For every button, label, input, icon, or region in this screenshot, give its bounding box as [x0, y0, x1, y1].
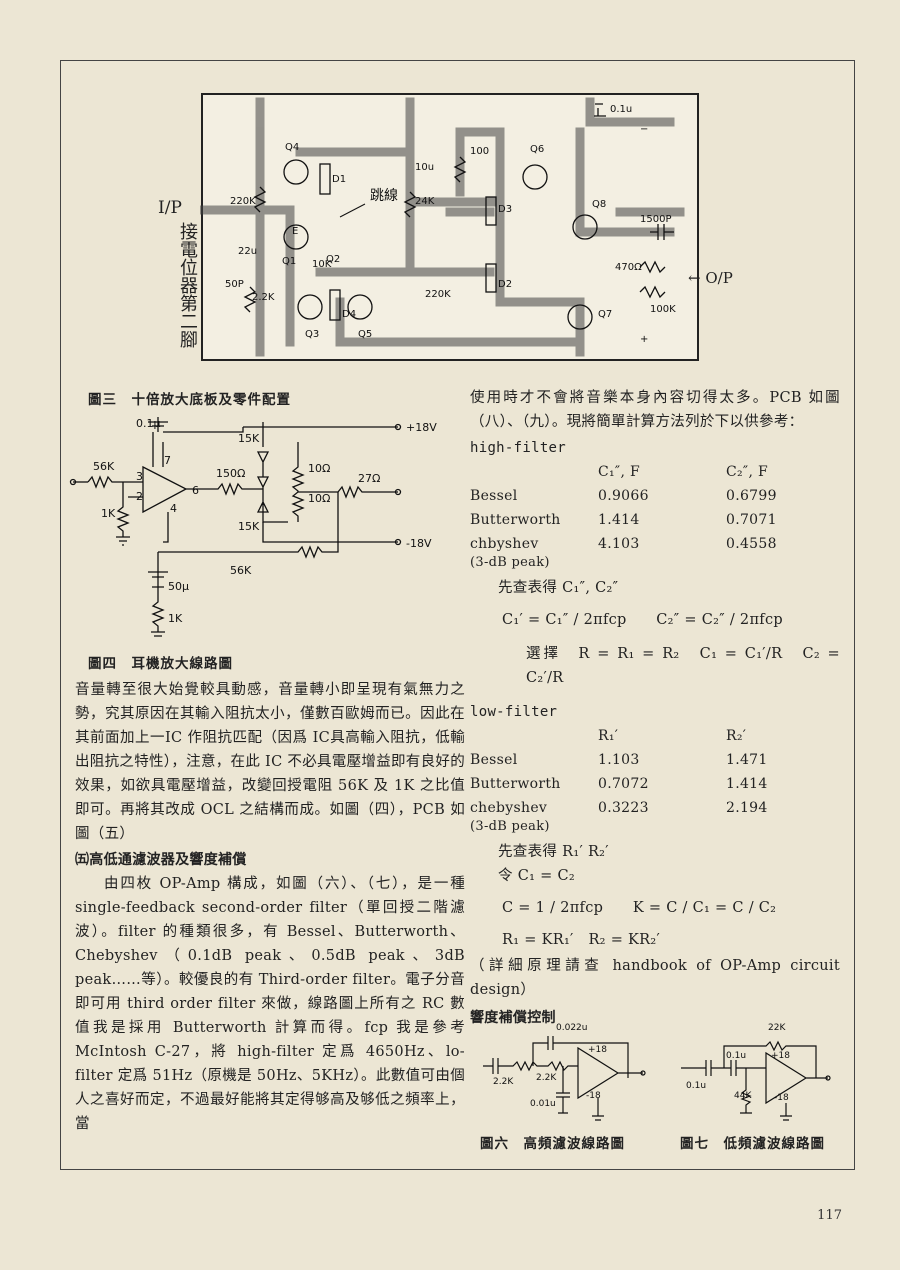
svg-text:1K: 1K: [101, 507, 116, 520]
vertical-label: 接電位器第二腳: [177, 222, 198, 348]
svg-text:-18V: -18V: [406, 537, 432, 550]
svg-text:0.1u: 0.1u: [726, 1051, 746, 1061]
high-filter-table: C₁″, F C₂″, F Bessel 0.9066 0.6799 Butte…: [470, 460, 840, 570]
svg-text:1500P: 1500P: [640, 214, 671, 225]
svg-text:0.1μ: 0.1μ: [136, 417, 161, 430]
svg-text:2.2K: 2.2K: [493, 1077, 514, 1087]
figure3-caption: 圖三 十倍放大底板及零件配置: [88, 392, 291, 408]
table-row: chbyshev 4.103 0.4558: [470, 536, 777, 552]
svg-text:100K: 100K: [650, 304, 676, 315]
figure4-schematic: 0.1μ +18V -18V 56K 1K 56K 15K 15K 150Ω 1…: [69, 417, 437, 637]
svg-text:3: 3: [136, 470, 143, 483]
svg-text:7: 7: [164, 454, 171, 467]
svg-text:1K: 1K: [168, 612, 183, 625]
pcb-layout-figure3: Q4E Q1 Q2 Q3 Q5 Q6Q8 Q7 D1D4 D3D2 220K2.2K…: [200, 93, 699, 361]
table-note: (3-dB peak): [470, 819, 550, 834]
svg-text:22u: 22u: [238, 246, 257, 257]
svg-text:D3: D3: [498, 204, 512, 215]
page-number: 117: [817, 1208, 842, 1223]
right-intro: 使用時才不會將音樂本身內容切得太多。PCB 如圖（八）、（九）。現將簡單計算方法…: [470, 390, 840, 430]
svg-text:24K: 24K: [415, 196, 435, 207]
svg-text:2: 2: [136, 490, 143, 503]
svg-text:10K: 10K: [312, 259, 332, 270]
svg-text:+: +: [640, 334, 648, 345]
svg-text:D2: D2: [498, 279, 512, 290]
svg-text:50μ: 50μ: [168, 580, 189, 593]
svg-text:10Ω: 10Ω: [308, 492, 330, 505]
figure7-caption: 圖七 低頻濾波線路圖: [680, 1136, 825, 1152]
table-row: Bessel 1.103 1.471: [470, 752, 768, 768]
low-filter-title: low-filter: [470, 704, 558, 720]
output-label: ← O/P: [688, 269, 733, 287]
svg-text:0.01u: 0.01u: [530, 1099, 556, 1109]
jumper-label: 跳線: [370, 188, 398, 204]
svg-text:22K: 22K: [768, 1023, 786, 1033]
svg-text:2.2K: 2.2K: [536, 1073, 557, 1083]
svg-text:15K: 15K: [238, 520, 260, 533]
svg-text:50P: 50P: [225, 279, 244, 290]
left-column: 音量轉至很大始覺較具動感，音量轉小即呈現有氣無力之勢，究其原因在其輸入阻抗太小，…: [75, 678, 465, 1136]
svg-text:Q6: Q6: [530, 144, 544, 155]
right-column: 使用時才不會將音樂本身內容切得太多。PCB 如圖（八）、（九）。現將簡單計算方法…: [470, 386, 840, 1030]
svg-text:10u: 10u: [415, 162, 434, 173]
low-lookup: 先查表得 R₁′ R₂′: [498, 844, 609, 860]
svg-text:Q1: Q1: [282, 256, 296, 267]
svg-text:Q3: Q3: [305, 329, 319, 340]
svg-text:0.1u: 0.1u: [686, 1081, 706, 1091]
svg-text:-18: -18: [774, 1093, 789, 1103]
svg-text:0.1u: 0.1u: [610, 104, 632, 115]
table-header: C₁″, F C₂″, F: [598, 464, 768, 480]
svg-text:56K: 56K: [230, 564, 252, 577]
section-heading-5: ㈤高低通濾波器及響度補償: [75, 852, 247, 868]
table-row: Butterworth 0.7072 1.414: [470, 776, 768, 792]
table-row: chebyshev 0.3223 2.194: [470, 800, 768, 816]
low-filter-table: R₁′ R₂′ Bessel 1.103 1.471 Butterworth 0…: [470, 724, 840, 834]
low-formula-1: C = 1 / 2πfcp K = C / C₁ = C / C₂: [502, 900, 777, 916]
table-note: (3-dB peak): [470, 555, 550, 570]
svg-text:15K: 15K: [238, 432, 260, 445]
svg-text:+18: +18: [771, 1051, 790, 1061]
svg-text:220K: 220K: [230, 196, 256, 207]
high-lookup: 先查表得 C₁″, C₂″: [498, 580, 619, 596]
low-let: 令 C₁ = C₂: [498, 868, 575, 884]
input-label: I/P: [158, 198, 182, 218]
svg-text:100: 100: [470, 146, 489, 157]
figure6-schematic: 0.022u 2.2K 2.2K 0.01u +18 -18: [483, 1023, 646, 1121]
svg-text:150Ω: 150Ω: [216, 467, 245, 480]
reference-note: （詳細原理請查 handbook of OP-Amp circuit desig…: [470, 958, 840, 998]
svg-text:Q4: Q4: [285, 142, 299, 153]
svg-text:D1: D1: [332, 174, 346, 185]
svg-text:Q8: Q8: [592, 199, 606, 210]
svg-text:+18: +18: [588, 1045, 607, 1055]
svg-text:+18V: +18V: [406, 421, 437, 434]
high-filter-title: high-filter: [470, 440, 567, 456]
svg-text:Q5: Q5: [358, 329, 372, 340]
svg-text:-18: -18: [586, 1091, 601, 1101]
svg-text:E: E: [292, 226, 298, 237]
table-row: Bessel 0.9066 0.6799: [470, 488, 777, 504]
svg-text:Q7: Q7: [598, 309, 612, 320]
svg-text:6: 6: [192, 484, 199, 497]
table-header: R₁′ R₂′: [598, 728, 747, 744]
svg-text:44K: 44K: [734, 1091, 752, 1101]
svg-text:D4: D4: [342, 309, 356, 320]
high-formula-2: 選擇 R = R₁ = R₂ C₁ = C₁′/R C₂ = C₂′/R: [526, 646, 840, 686]
svg-text:56K: 56K: [93, 460, 115, 473]
svg-text:470Ω: 470Ω: [615, 262, 642, 273]
svg-text:−: −: [640, 124, 648, 135]
figure4-caption: 圖四 耳機放大線路圖: [88, 656, 233, 672]
table-row: Butterworth 1.414 0.7071: [470, 512, 777, 528]
figure6-caption: 圖六 高頻濾波線路圖: [480, 1136, 625, 1152]
left-para-1: 音量轉至很大始覺較具動感，音量轉小即呈現有氣無力之勢，究其原因在其輸入阻抗太小，…: [75, 682, 465, 842]
svg-text:4: 4: [170, 502, 177, 515]
svg-text:0.022u: 0.022u: [556, 1023, 587, 1033]
svg-text:220K: 220K: [425, 289, 451, 300]
svg-text:10Ω: 10Ω: [308, 462, 330, 475]
svg-text:2.2K: 2.2K: [252, 292, 275, 303]
svg-text:27Ω: 27Ω: [358, 472, 380, 485]
figure7-schematic: 22K 0.1u 0.1u 44K +18 -18: [681, 1023, 831, 1121]
low-formula-2: R₁ = KR₁′ R₂ = KR₂′: [502, 932, 661, 948]
left-para-2: 由四枚 OP-Amp 構成，如圖（六）、（七），是一種 single-feedb…: [75, 876, 465, 1132]
high-formula-1: C₁′ = C₁″ / 2πfcp C₂″ = C₂″ / 2πfcp: [502, 612, 783, 628]
